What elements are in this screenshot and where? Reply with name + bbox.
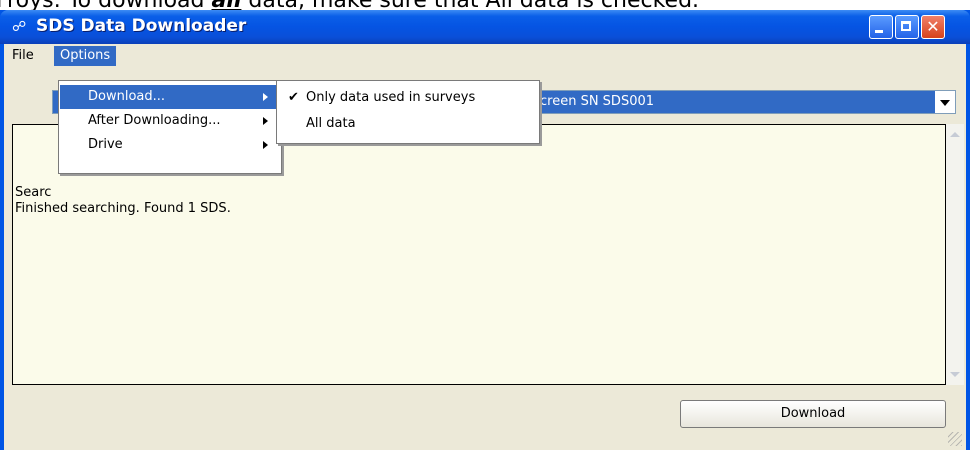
log-line: Finished searching. Found 1 SDS. bbox=[15, 201, 231, 216]
close-icon: ✕ bbox=[926, 17, 940, 36]
menu-item-label: Download... bbox=[88, 89, 166, 104]
window-title: SDS Data Downloader bbox=[36, 16, 247, 36]
menu-options[interactable]: Options bbox=[54, 46, 117, 66]
menu-item-drive[interactable]: Drive bbox=[60, 133, 280, 157]
document-caption: Froys: To download all data, make sure t… bbox=[0, 0, 699, 13]
minimize-button[interactable] bbox=[869, 15, 893, 39]
menu-file[interactable]: File bbox=[6, 46, 40, 66]
download-button[interactable]: Download bbox=[680, 400, 946, 428]
submenu-item-label: All data bbox=[306, 116, 356, 131]
menu-item-after-downloading[interactable]: After Downloading... bbox=[60, 109, 280, 133]
scroll-down-icon[interactable] bbox=[950, 372, 960, 377]
download-submenu: ✔ Only data used in surveys All data bbox=[276, 80, 540, 144]
submenu-item-all-data[interactable]: All data bbox=[278, 112, 538, 136]
dropdown-arrow-icon[interactable] bbox=[935, 91, 955, 113]
submenu-arrow-icon bbox=[263, 141, 268, 149]
menu-item-download[interactable]: Download... bbox=[60, 85, 280, 109]
vertical-scrollbar[interactable] bbox=[946, 124, 964, 385]
menu-bar: File Options bbox=[4, 44, 966, 68]
title-bar[interactable]: ☍ SDS Data Downloader ✕ bbox=[0, 10, 970, 44]
maximize-button[interactable] bbox=[895, 15, 919, 39]
menu-item-label: Drive bbox=[88, 137, 123, 152]
menu-item-label: After Downloading... bbox=[88, 113, 221, 128]
checkmark-icon: ✔ bbox=[288, 90, 299, 105]
submenu-item-label: Only data used in surveys bbox=[306, 90, 476, 105]
app-window: ☍ SDS Data Downloader ✕ File Options cre… bbox=[0, 10, 970, 450]
close-button[interactable]: ✕ bbox=[921, 15, 945, 39]
scroll-up-icon[interactable] bbox=[950, 132, 960, 137]
submenu-item-only-survey-data[interactable]: ✔ Only data used in surveys bbox=[278, 86, 538, 110]
resize-grip-icon[interactable] bbox=[948, 432, 962, 446]
device-select-value: creen SN SDS001 bbox=[540, 94, 655, 109]
log-line: Searc bbox=[15, 185, 52, 200]
submenu-arrow-icon bbox=[263, 93, 268, 101]
submenu-arrow-icon bbox=[263, 117, 268, 125]
sds-app-icon: ☍ bbox=[12, 19, 27, 35]
options-menu: Download... After Downloading... Drive bbox=[58, 80, 282, 174]
